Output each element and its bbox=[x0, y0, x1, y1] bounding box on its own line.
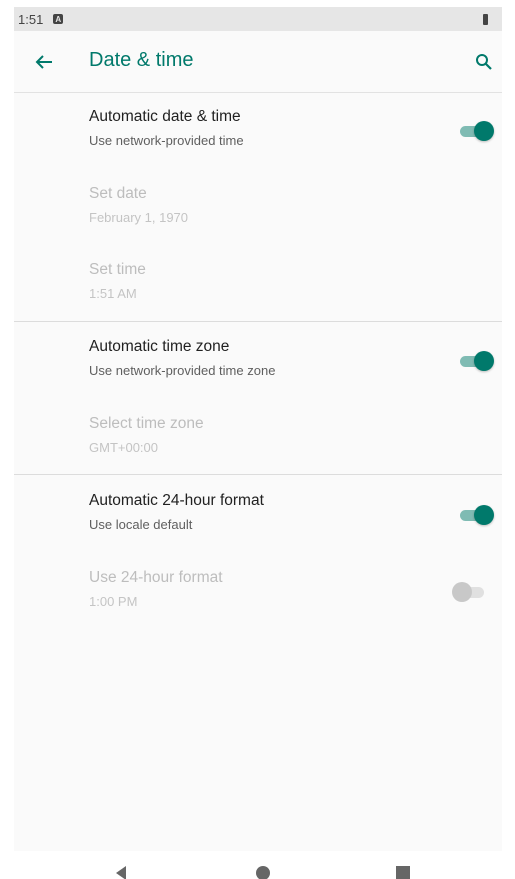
pref-use-24-hour-format: Use 24-hour format 1:00 PM bbox=[14, 554, 502, 628]
automatic-time-zone-switch[interactable] bbox=[458, 349, 494, 373]
pref-set-time: Set time 1:51 AM bbox=[14, 246, 502, 320]
automatic-24-hour-format-switch[interactable] bbox=[458, 503, 494, 527]
section-divider bbox=[14, 474, 502, 475]
pref-summary: 1:00 PM bbox=[89, 594, 138, 609]
pref-select-time-zone: Select time zone GMT+00:00 bbox=[14, 400, 502, 474]
pref-set-date: Set date February 1, 1970 bbox=[14, 170, 502, 244]
battery-icon bbox=[483, 13, 488, 25]
pref-automatic-time-zone[interactable]: Automatic time zone Use network-provided… bbox=[14, 323, 502, 397]
notification-icon: A bbox=[53, 14, 64, 24]
page-title: Date & time bbox=[89, 49, 194, 71]
pref-automatic-date-time[interactable]: Automatic date & time Use network-provid… bbox=[14, 93, 502, 167]
section-divider bbox=[14, 321, 502, 322]
pref-summary: 1:51 AM bbox=[89, 286, 137, 301]
nav-recents-icon[interactable] bbox=[396, 866, 410, 879]
automatic-date-time-switch[interactable] bbox=[458, 119, 494, 143]
pref-title: Use 24-hour format bbox=[89, 569, 223, 586]
pref-summary: GMT+00:00 bbox=[89, 440, 159, 455]
pref-title: Set time bbox=[89, 261, 146, 278]
pref-title: Set date bbox=[89, 185, 147, 202]
pref-title: Automatic time zone bbox=[89, 338, 230, 355]
pref-automatic-24-hour-format[interactable]: Automatic 24-hour format Use locale defa… bbox=[14, 477, 502, 551]
nav-back-icon[interactable] bbox=[114, 866, 128, 879]
device-screen: 1:51 A Date & time Automatic date & time… bbox=[14, 7, 502, 879]
nav-home-icon[interactable] bbox=[256, 866, 270, 879]
pref-title: Select time zone bbox=[89, 415, 204, 432]
pref-summary: Use locale default bbox=[89, 517, 193, 532]
navigation-bar bbox=[14, 851, 502, 879]
app-bar: Date & time bbox=[14, 31, 502, 93]
use-24-hour-format-switch bbox=[452, 580, 488, 604]
back-arrow-icon[interactable] bbox=[30, 48, 58, 76]
status-bar: 1:51 A bbox=[14, 7, 502, 31]
status-time: 1:51 bbox=[18, 11, 44, 27]
pref-title: Automatic date & time bbox=[89, 108, 241, 125]
pref-summary: February 1, 1970 bbox=[89, 210, 189, 225]
search-icon[interactable] bbox=[470, 48, 498, 76]
pref-summary: Use network-provided time bbox=[89, 133, 244, 148]
pref-summary: Use network-provided time zone bbox=[89, 363, 276, 378]
pref-title: Automatic 24-hour format bbox=[89, 492, 264, 509]
